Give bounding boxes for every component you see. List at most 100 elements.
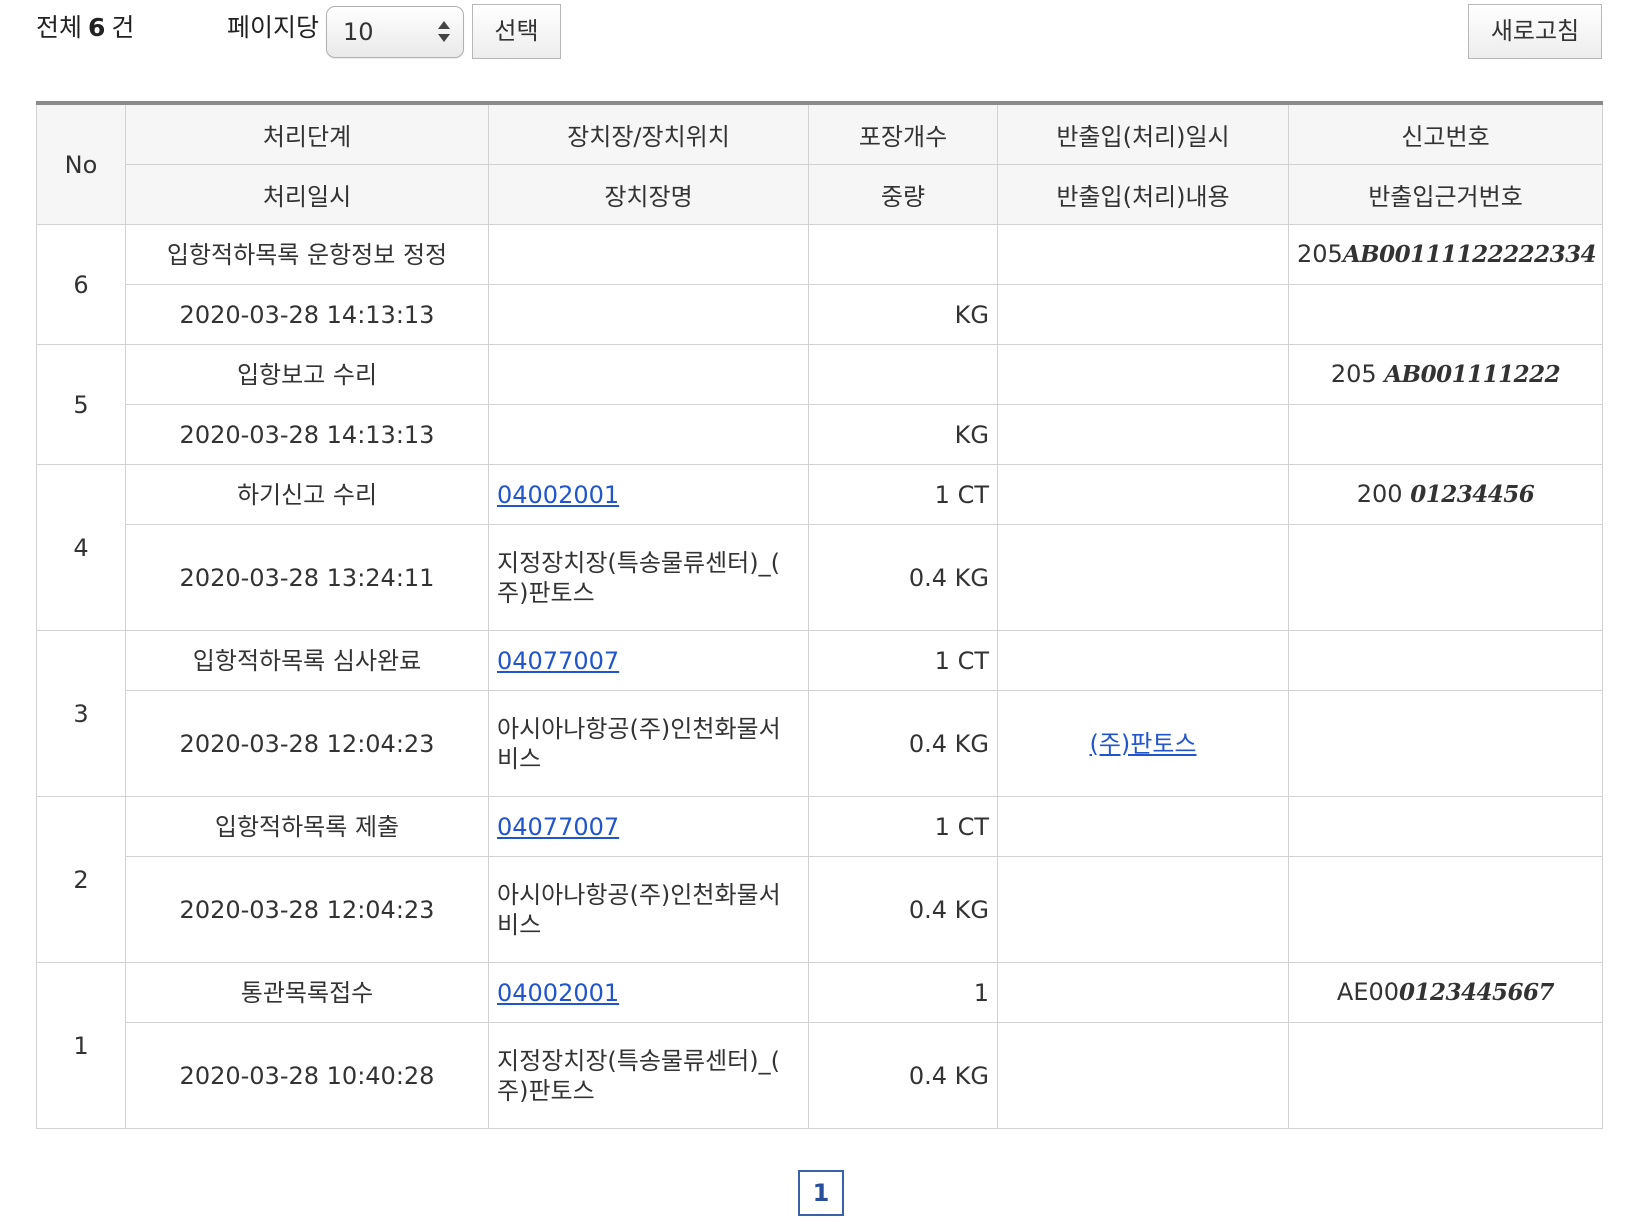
row-report-no: 200 01234456 — [1288, 464, 1603, 525]
row-basis-no — [1288, 284, 1603, 345]
total-prefix: 전체 — [36, 13, 83, 42]
total-suffix: 건 — [111, 13, 135, 42]
row-no: 6 — [36, 224, 126, 345]
row-inout-content — [997, 524, 1289, 631]
row-location-code — [488, 344, 809, 405]
table-row: 2020-03-28 12:04:23 아시아나항공(주)인천화물서 비스 0.4… — [37, 690, 1603, 797]
row-inout-datetime — [997, 796, 1289, 857]
row-weight: 0.4 KG — [808, 690, 998, 797]
location-name-line1: 아시아나항공(주)인천화물서 — [497, 880, 781, 909]
report-no-prefix: 205 — [1297, 240, 1343, 268]
inout-content-link[interactable]: (주)판토스 — [1089, 730, 1196, 758]
table-row: 2020-03-28 13:24:11 지정장치장(특송물류센터)_(주)판토스… — [37, 524, 1603, 631]
row-stage: 하기신고 수리 — [125, 464, 489, 525]
table-row: 1 통관목록접수 04002001 1 AE000123445667 — [36, 962, 1603, 1129]
table-row: 2020-03-28 14:13:13 KG — [37, 404, 1603, 465]
report-no-prefix: AE00 — [1336, 978, 1400, 1006]
table-row: 2020-03-28 10:40:28 지정장치장(특송물류센터)_(주)판토스… — [37, 1022, 1603, 1129]
report-no-handwritten: AB00111122222334 — [1342, 241, 1597, 268]
row-no: 5 — [36, 344, 126, 465]
row-no: 2 — [36, 796, 126, 963]
row-inout-datetime — [997, 464, 1289, 525]
row-weight: 0.4 KG — [808, 524, 998, 631]
row-location-name: 아시아나항공(주)인천화물서 비스 — [488, 690, 809, 797]
row-inout-datetime — [997, 630, 1289, 691]
report-no-prefix: 200 — [1356, 480, 1403, 508]
row-basis-no — [1288, 1022, 1603, 1129]
row-report-no — [1288, 796, 1603, 857]
row-inout-content: (주)판토스 — [997, 690, 1289, 797]
row-location-name: 아시아나항공(주)인천화물서 비스 — [488, 856, 809, 963]
row-weight: 0.4 KG — [808, 1022, 998, 1129]
report-no-handwritten: AB001111222 — [1384, 361, 1561, 388]
row-location-name — [488, 284, 809, 345]
row-basis-no — [1288, 690, 1603, 797]
row-location-code — [488, 224, 809, 285]
row-inout-content — [997, 284, 1289, 345]
table-row: 2 입항적하목록 제출 04077007 1 CT — [36, 796, 1603, 963]
per-page-value: 10 — [343, 18, 374, 46]
row-stage: 입항적하목록 제출 — [125, 796, 489, 857]
row-report-no — [1288, 630, 1603, 691]
header-stage: 처리단계 — [125, 101, 489, 165]
row-basis-no — [1288, 524, 1603, 631]
location-name-line2: 주)판토스 — [497, 1076, 595, 1105]
header-inout-content: 반출입(처리)내용 — [997, 164, 1289, 225]
table-row: 4 하기신고 수리 04002001 1 CT 200 01234456 — [36, 464, 1603, 631]
row-packages: 1 — [808, 962, 998, 1023]
row-stage: 입항적하목록 운항정보 정정 — [125, 224, 489, 285]
location-name-line2: 주)판토스 — [497, 578, 595, 607]
row-packages: 1 CT — [808, 796, 998, 857]
select-button[interactable]: 선택 — [472, 4, 561, 59]
row-location-name: 지정장치장(특송물류센터)_(주)판토스 — [488, 524, 809, 631]
row-no: 1 — [36, 962, 126, 1129]
location-name-line2: 비스 — [497, 744, 542, 773]
report-no-prefix: 205 — [1330, 360, 1377, 388]
header-location: 장치장/장치위치 — [488, 101, 809, 165]
row-inout-datetime — [997, 962, 1289, 1023]
header-report-no: 신고번호 — [1288, 101, 1603, 165]
row-weight: 0.4 KG — [808, 856, 998, 963]
report-no-handwritten: 0123445667 — [1399, 979, 1555, 1006]
row-weight: KG — [808, 284, 998, 345]
row-processed-at: 2020-03-28 13:24:11 — [125, 524, 489, 631]
header-inout-datetime: 반출입(처리)일시 — [997, 101, 1289, 165]
toolbar: 전체 6 건 페이지당 10 선택 새로고침 — [0, 0, 1626, 90]
total-count: 6 — [88, 13, 106, 42]
row-report-no: 205 AB001111222 — [1288, 344, 1603, 405]
row-inout-content — [997, 856, 1289, 963]
row-location-code: 04077007 — [488, 796, 809, 857]
table-header: No 처리단계 장치장/장치위치 포장개수 반출입(처리)일시 신고번호 처리일… — [36, 101, 1603, 225]
row-no: 4 — [36, 464, 126, 631]
location-code-link[interactable]: 04077007 — [497, 813, 619, 841]
row-inout-datetime — [997, 344, 1289, 405]
row-report-no: 205AB00111122222334 — [1288, 224, 1603, 285]
total-count-label: 전체 6 건 — [36, 10, 134, 46]
row-no: 3 — [36, 630, 126, 797]
table-row: 6 입항적하목록 운항정보 정정 205AB00111122222334 — [36, 224, 1603, 345]
table-row: 2020-03-28 14:13:13 KG — [37, 284, 1603, 345]
refresh-button[interactable]: 새로고침 — [1468, 4, 1602, 59]
row-location-name — [488, 404, 809, 465]
location-code-link[interactable]: 04002001 — [497, 481, 619, 509]
row-inout-content — [997, 1022, 1289, 1129]
location-code-link[interactable]: 04077007 — [497, 647, 619, 675]
row-packages — [808, 344, 998, 405]
pagination-page-current[interactable]: 1 — [798, 1170, 844, 1216]
row-report-no: AE000123445667 — [1288, 962, 1603, 1023]
header-processed-at: 처리일시 — [125, 164, 489, 225]
row-packages — [808, 224, 998, 285]
row-processed-at: 2020-03-28 12:04:23 — [125, 856, 489, 963]
header-no: No — [36, 101, 126, 225]
row-location-code: 04077007 — [488, 630, 809, 691]
location-code-link[interactable]: 04002001 — [497, 979, 619, 1007]
row-processed-at: 2020-03-28 14:13:13 — [125, 284, 489, 345]
row-basis-no — [1288, 404, 1603, 465]
row-packages: 1 CT — [808, 464, 998, 525]
row-inout-datetime — [997, 224, 1289, 285]
row-stage: 입항적하목록 심사완료 — [125, 630, 489, 691]
per-page-select[interactable]: 10 — [326, 6, 464, 58]
row-weight: KG — [808, 404, 998, 465]
row-stage: 통관목록접수 — [125, 962, 489, 1023]
table-row: 5 입항보고 수리 205 AB001111222 — [36, 344, 1603, 465]
